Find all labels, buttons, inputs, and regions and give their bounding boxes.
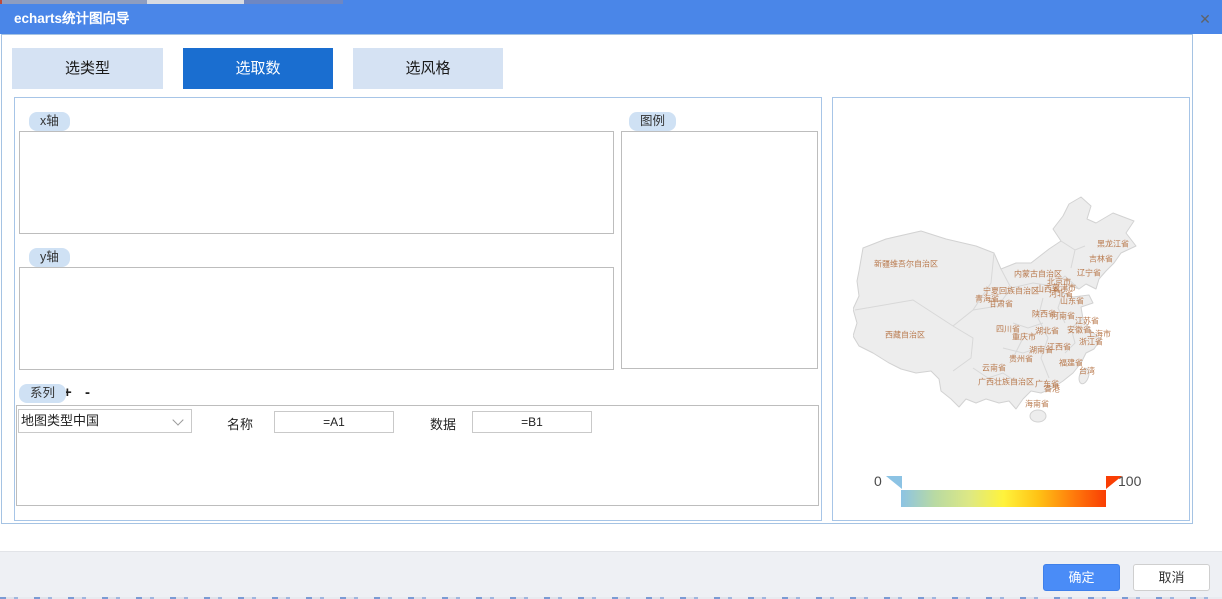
legend-badge: 图例: [629, 112, 676, 131]
name-input[interactable]: [274, 411, 394, 433]
close-icon[interactable]: ✕: [1196, 10, 1214, 28]
province-label: 辽宁省: [1077, 268, 1101, 279]
chart-preview-panel: 新疆维吾尔自治区黑龙江省吉林省辽宁省内蒙古自治区北京市天津市河北省山西省宁夏回族…: [832, 97, 1190, 521]
x-axis-dropzone[interactable]: [19, 131, 614, 234]
data-form-panel: x轴 y轴 图例 系列 + - 地图类型中国 名称 数据: [14, 97, 822, 521]
china-map: 新疆维吾尔自治区黑龙江省吉林省辽宁省内蒙古自治区北京市天津市河北省山西省宁夏回族…: [833, 98, 1189, 520]
chevron-down-icon: [172, 414, 183, 425]
cancel-button[interactable]: 取消: [1133, 564, 1210, 591]
province-label: 河南省: [1051, 311, 1075, 322]
y-axis-dropzone[interactable]: [19, 267, 614, 370]
data-label: 数据: [430, 414, 456, 433]
map-type-value: 地图类型中国: [21, 413, 99, 428]
tab-select-data[interactable]: 选取数: [183, 48, 333, 89]
series-badge: 系列: [19, 384, 66, 403]
province-label: 甘肃省: [989, 299, 1013, 310]
province-label: 黑龙江省: [1097, 239, 1129, 250]
visualmap-bar[interactable]: [901, 490, 1106, 507]
province-label: 海南省: [1025, 399, 1049, 410]
name-label: 名称: [227, 414, 253, 433]
province-label: 江西省: [1047, 342, 1071, 353]
echarts-wizard-dialog: echarts统计图向导 ✕ 选类型 选取数 选风格 x轴 y轴 图例 系列 +…: [0, 0, 1222, 599]
province-label: 云南省: [982, 363, 1006, 374]
visualmap-min-label: 0: [874, 473, 882, 489]
dialog-title: echarts统计图向导: [14, 4, 130, 34]
province-label: 浙江省: [1079, 337, 1103, 348]
data-input[interactable]: [472, 411, 592, 433]
series-remove-button[interactable]: -: [85, 384, 90, 401]
series-row: 地图类型中国 名称 数据: [16, 405, 819, 506]
province-label: 湖北省: [1035, 326, 1059, 337]
x-axis-badge: x轴: [29, 112, 70, 131]
province-label: 新疆维吾尔自治区: [874, 259, 938, 270]
visualmap-max-label: 100: [1118, 473, 1141, 489]
tab-select-type[interactable]: 选类型: [12, 48, 163, 89]
province-label: 山东省: [1060, 296, 1084, 307]
province-label: 吉林省: [1089, 254, 1113, 265]
dialog-footer: 确定 取消: [0, 551, 1222, 597]
province-label: 台湾: [1079, 366, 1095, 377]
province-label: 贵州省: [1009, 354, 1033, 365]
province-label: 西藏自治区: [885, 330, 925, 341]
y-axis-badge: y轴: [29, 248, 70, 267]
tab-select-style[interactable]: 选风格: [353, 48, 503, 89]
ok-button[interactable]: 确定: [1043, 564, 1120, 591]
province-label: 广西壮族自治区: [978, 377, 1034, 388]
province-label: 山西省: [1036, 284, 1060, 295]
province-label: 香港: [1044, 384, 1060, 395]
legend-dropzone[interactable]: [621, 131, 818, 369]
china-map-shape: [853, 188, 1173, 433]
map-type-select[interactable]: 地图类型中国: [18, 409, 192, 433]
province-label: 重庆市: [1012, 332, 1036, 343]
dialog-titlebar: echarts统计图向导 ✕: [0, 4, 1222, 34]
